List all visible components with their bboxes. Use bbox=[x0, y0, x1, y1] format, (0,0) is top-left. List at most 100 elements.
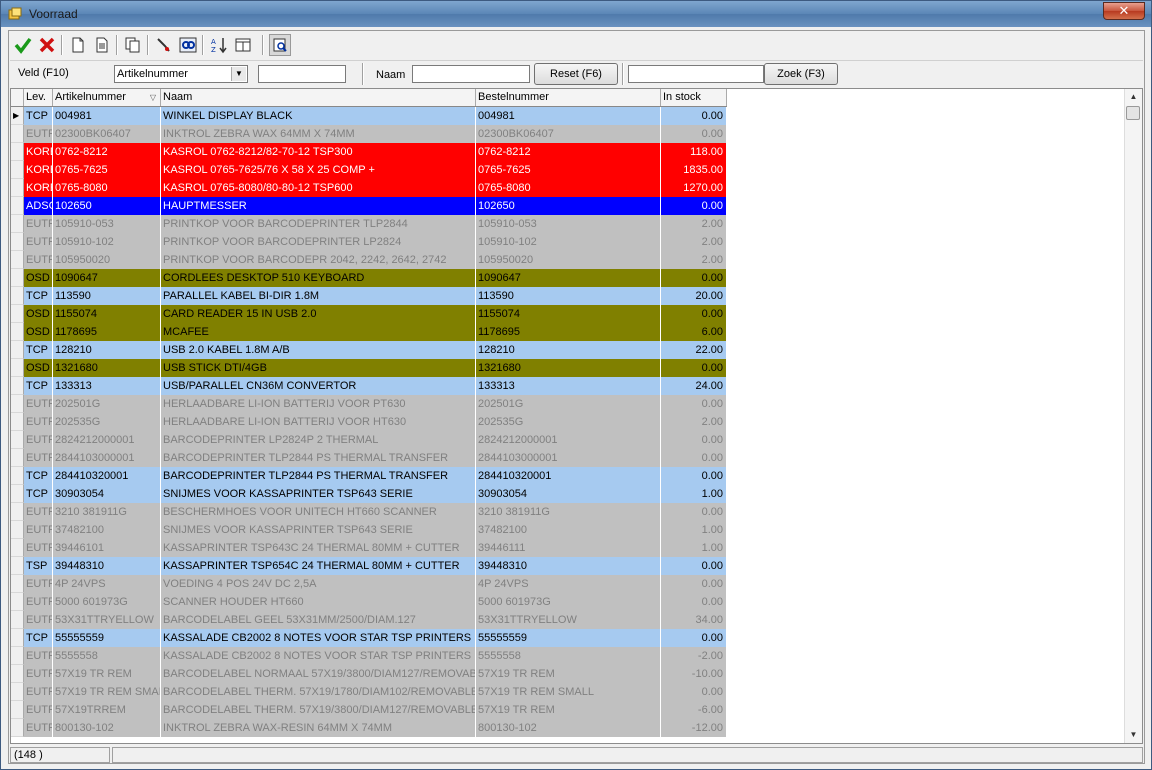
cell-lev[interactable]: KORE bbox=[24, 161, 53, 179]
row-indicator[interactable] bbox=[11, 287, 24, 305]
row-indicator[interactable] bbox=[11, 521, 24, 539]
cell-naam[interactable]: MCAFEE bbox=[161, 323, 476, 341]
table-row[interactable]: EUTR 53X31TTRYELLOW BARCODELABEL GEEL 53X3… bbox=[11, 611, 727, 629]
title-bar[interactable]: Voorraad ✕ bbox=[1, 1, 1151, 27]
cell-naam[interactable]: PARALLEL KABEL BI-DIR 1.8M bbox=[161, 287, 476, 305]
table-row[interactable]: KORE0765-8080KASROL 0765-8080/80-80-12 T… bbox=[11, 179, 727, 197]
cell-in-stock[interactable]: 2.00 bbox=[661, 233, 727, 251]
cell-bestelnummer[interactable]: 5000 601973G bbox=[476, 593, 661, 611]
row-indicator[interactable] bbox=[11, 161, 24, 179]
row-indicator[interactable] bbox=[11, 215, 24, 233]
cell-in-stock[interactable]: 0.00 bbox=[661, 449, 727, 467]
cell-artikelnummer[interactable]: 5555558 bbox=[53, 647, 161, 665]
cell-lev[interactable]: OSD bbox=[24, 305, 53, 323]
cell-lev[interactable]: EUTR bbox=[24, 683, 53, 701]
cell-in-stock[interactable]: 0.00 bbox=[661, 629, 727, 647]
table-row[interactable]: ▶ TCP 004981 WINKEL DISPLAY BLACK 004981 0.00 bbox=[11, 107, 727, 125]
row-indicator[interactable] bbox=[11, 557, 24, 575]
cell-artikelnummer[interactable]: 105910-053 bbox=[53, 215, 161, 233]
cell-artikelnummer[interactable]: 133313 bbox=[53, 377, 161, 395]
cell-bestelnummer[interactable]: 0765-8080 bbox=[476, 179, 661, 197]
cell-artikelnummer[interactable]: 202535G bbox=[53, 413, 161, 431]
cell-in-stock[interactable]: 0.00 bbox=[661, 557, 727, 575]
cell-lev[interactable]: EUTR bbox=[24, 449, 53, 467]
cell-artikelnummer[interactable]: 102650 bbox=[53, 197, 161, 215]
cell-in-stock[interactable]: 0.00 bbox=[661, 683, 727, 701]
cell-lev[interactable]: TSP bbox=[24, 557, 53, 575]
cell-bestelnummer[interactable]: 105950020 bbox=[476, 251, 661, 269]
cell-lev[interactable]: EUTR bbox=[24, 125, 53, 143]
veld-select[interactable]: Artikelnummer ▼ bbox=[114, 65, 248, 83]
cell-artikelnummer[interactable]: 1321680 bbox=[53, 359, 161, 377]
cell-bestelnummer[interactable]: 105910-102 bbox=[476, 233, 661, 251]
table-row[interactable]: TCP 128210 USB 2.0 KABEL 1.8M A/B 128210 22.… bbox=[11, 341, 727, 359]
find-icon[interactable] bbox=[177, 34, 199, 56]
table-row[interactable]: EUTR 105910-053 PRINTKOP VOOR BARCODEPRINT… bbox=[11, 215, 727, 233]
cell-naam[interactable]: USB 2.0 KABEL 1.8M A/B bbox=[161, 341, 476, 359]
cell-artikelnummer[interactable]: 4P 24VPS bbox=[53, 575, 161, 593]
vertical-scrollbar[interactable]: ▲ ▼ bbox=[1124, 89, 1142, 743]
row-indicator[interactable]: ▶ bbox=[11, 107, 24, 125]
cell-in-stock[interactable]: 118.00 bbox=[661, 143, 727, 161]
row-indicator[interactable] bbox=[11, 377, 24, 395]
cell-artikelnummer[interactable]: 105910-102 bbox=[53, 233, 161, 251]
table-row[interactable]: KORE0765-7625KASROL 0765-7625/76 X 58 X … bbox=[11, 161, 727, 179]
cell-artikelnummer[interactable]: 39448310 bbox=[53, 557, 161, 575]
cell-in-stock[interactable]: 0.00 bbox=[661, 395, 727, 413]
cell-in-stock[interactable]: -6.00 bbox=[661, 701, 727, 719]
zoek-button[interactable]: Zoek (F3) bbox=[764, 63, 838, 85]
cell-artikelnummer[interactable]: 1155074 bbox=[53, 305, 161, 323]
column-header-in-stock[interactable]: In stock bbox=[661, 89, 727, 106]
cell-naam[interactable]: BESCHERMHOES VOOR UNITECH HT660 SCANNER bbox=[161, 503, 476, 521]
cell-bestelnummer[interactable]: 30903054 bbox=[476, 485, 661, 503]
cell-lev[interactable]: OSD bbox=[24, 359, 53, 377]
cell-naam[interactable]: SCANNER HOUDER HT660 bbox=[161, 593, 476, 611]
cell-in-stock[interactable]: 6.00 bbox=[661, 323, 727, 341]
cell-naam[interactable]: WINKEL DISPLAY BLACK bbox=[161, 107, 476, 125]
cell-artikelnummer[interactable]: 5000 601973G bbox=[53, 593, 161, 611]
cancel-x-icon[interactable] bbox=[36, 34, 58, 56]
column-header-bestelnummer[interactable]: Bestelnummer bbox=[476, 89, 661, 106]
cell-lev[interactable]: TCP bbox=[24, 341, 53, 359]
cell-artikelnummer[interactable]: 0765-7625 bbox=[53, 161, 161, 179]
cell-lev[interactable]: EUTR bbox=[24, 233, 53, 251]
row-indicator[interactable] bbox=[11, 539, 24, 557]
row-indicator[interactable] bbox=[11, 341, 24, 359]
scroll-thumb[interactable] bbox=[1126, 106, 1140, 120]
reset-button[interactable]: Reset (F6) bbox=[534, 63, 618, 85]
row-indicator[interactable] bbox=[11, 647, 24, 665]
row-indicator[interactable] bbox=[11, 575, 24, 593]
cell-lev[interactable]: EUTR bbox=[24, 575, 53, 593]
cell-naam[interactable]: KASSAPRINTER TSP654C 24 THERMAL 80MM + C… bbox=[161, 557, 476, 575]
edit-document-icon[interactable] bbox=[91, 34, 113, 56]
cell-naam[interactable]: SNIJMES VOOR KASSAPRINTER TSP643 SERIE bbox=[161, 485, 476, 503]
cell-bestelnummer[interactable]: 1321680 bbox=[476, 359, 661, 377]
cell-naam[interactable]: INKTROL ZEBRA WAX-RESIN 64MM X 74MM bbox=[161, 719, 476, 737]
cell-in-stock[interactable]: 2.00 bbox=[661, 413, 727, 431]
table-row[interactable]: EUTR 105910-102 PRINTKOP VOOR BARCODEPRINT… bbox=[11, 233, 727, 251]
cell-bestelnummer[interactable]: 57X19 TR REM bbox=[476, 665, 661, 683]
cell-bestelnummer[interactable]: 57X19 TR REM bbox=[476, 701, 661, 719]
cell-lev[interactable]: EUTR bbox=[24, 611, 53, 629]
table-row[interactable]: TSP 39448310 KASSAPRINTER TSP654C 24 THERM… bbox=[11, 557, 727, 575]
accept-check-icon[interactable] bbox=[12, 34, 34, 56]
cell-bestelnummer[interactable]: 128210 bbox=[476, 341, 661, 359]
cell-naam[interactable]: INKTROL ZEBRA WAX 64MM X 74MM bbox=[161, 125, 476, 143]
table-row[interactable]: EUTR 3210 381911G BESCHERMHOES VOOR UNITEC… bbox=[11, 503, 727, 521]
row-indicator[interactable] bbox=[11, 233, 24, 251]
cell-in-stock[interactable]: 0.00 bbox=[661, 503, 727, 521]
cell-artikelnummer[interactable]: 55555559 bbox=[53, 629, 161, 647]
cell-in-stock[interactable]: 0.00 bbox=[661, 125, 727, 143]
table-row[interactable]: KORE0762-8212KASROL 0762-8212/82-70-12 T… bbox=[11, 143, 727, 161]
cell-artikelnummer[interactable]: 57X19TRREM bbox=[53, 701, 161, 719]
row-indicator[interactable] bbox=[11, 683, 24, 701]
row-indicator[interactable] bbox=[11, 413, 24, 431]
table-row[interactable]: EUTR 202501G HERLAADBARE LI-ION BATTERIJ V… bbox=[11, 395, 727, 413]
cell-naam[interactable]: PRINTKOP VOOR BARCODEPR 2042, 2242, 2642… bbox=[161, 251, 476, 269]
cell-lev[interactable]: OSD bbox=[24, 269, 53, 287]
cell-naam[interactable]: BARCODELABEL THERM. 57X19/1780/DIAM102/R… bbox=[161, 683, 476, 701]
row-indicator[interactable] bbox=[11, 629, 24, 647]
cell-naam[interactable]: PRINTKOP VOOR BARCODEPRINTER LP2824 bbox=[161, 233, 476, 251]
row-indicator[interactable] bbox=[11, 269, 24, 287]
cell-artikelnummer[interactable]: 0765-8080 bbox=[53, 179, 161, 197]
